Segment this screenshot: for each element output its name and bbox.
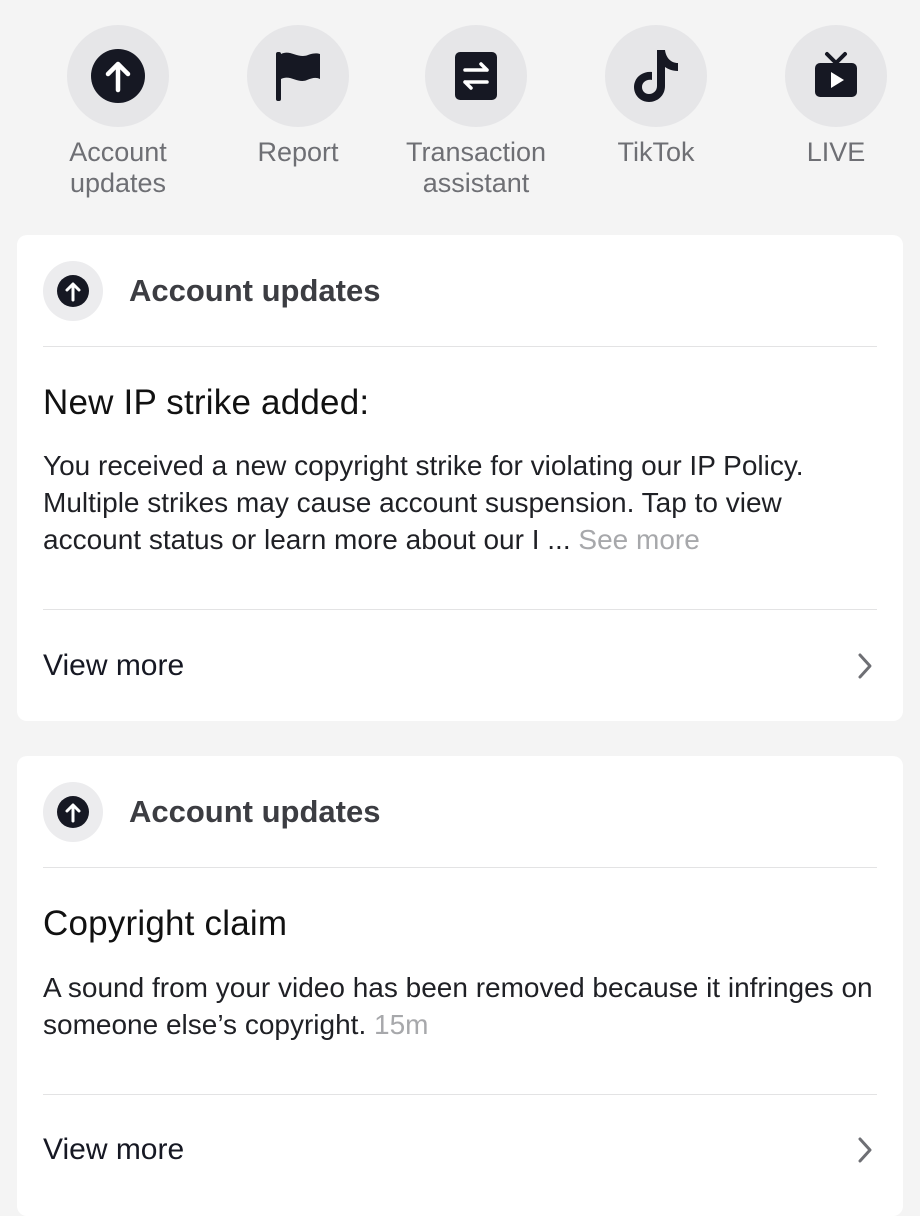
message-title: Copyright claim <box>43 904 288 943</box>
shortcut-label: Report <box>257 137 339 167</box>
shortcut-circle <box>425 25 527 127</box>
header-icon-circle <box>43 782 103 842</box>
tiktok-logo-icon <box>634 50 678 102</box>
message-title: New IP strike added: <box>43 383 370 422</box>
shortcut-transaction-assistant[interactable]: Transaction assistant <box>386 25 566 199</box>
shortcut-label: LIVE <box>806 137 866 167</box>
shortcut-row: Account updates Report Transaction assis… <box>0 25 920 215</box>
transfer-icon <box>455 52 497 100</box>
shortcut-live[interactable]: LIVE <box>746 25 920 168</box>
shortcut-label: Transaction assistant <box>405 137 547 198</box>
shortcut-circle <box>785 25 887 127</box>
notification-card-ip-strike[interactable]: Account updates New IP strike added: You… <box>17 235 903 721</box>
shortcut-circle <box>247 25 349 127</box>
chevron-right-icon <box>853 1135 877 1165</box>
shortcut-tiktok[interactable]: TikTok <box>566 25 746 168</box>
view-more-label: View more <box>43 1133 185 1166</box>
header-icon-circle <box>43 261 103 321</box>
arrow-up-circle-icon <box>91 49 145 103</box>
divider <box>43 1094 877 1095</box>
divider <box>43 609 877 610</box>
shortcut-label: Account updates <box>69 137 167 198</box>
arrow-up-circle-icon <box>57 796 89 828</box>
message-timestamp: 15m <box>374 1009 429 1040</box>
message-body-text: A sound from your video has been removed… <box>43 972 873 1040</box>
divider <box>43 346 877 347</box>
card-header-title: Account updates <box>129 273 381 308</box>
shortcut-label: TikTok <box>617 137 695 167</box>
view-more-label: View more <box>43 649 185 682</box>
divider <box>43 867 877 868</box>
view-more-row[interactable]: View more <box>43 636 877 696</box>
message-body: A sound from your video has been removed… <box>43 969 883 1043</box>
see-more-link[interactable]: See more <box>578 524 699 555</box>
chevron-right-icon <box>853 651 877 681</box>
shortcut-account-updates[interactable]: Account updates <box>28 25 208 199</box>
arrow-up-circle-icon <box>57 275 89 307</box>
flag-icon <box>276 52 320 101</box>
shortcut-circle <box>605 25 707 127</box>
shortcut-report[interactable]: Report <box>208 25 388 168</box>
card-header: Account updates <box>43 782 380 842</box>
card-header: Account updates <box>43 261 380 321</box>
live-tv-icon <box>815 52 857 97</box>
view-more-row[interactable]: View more <box>43 1120 877 1180</box>
shortcut-circle <box>67 25 169 127</box>
card-header-title: Account updates <box>129 794 381 829</box>
notification-card-copyright-claim[interactable]: Account updates Copyright claim A sound … <box>17 756 903 1216</box>
message-body: You received a new copyright strike for … <box>43 447 883 558</box>
